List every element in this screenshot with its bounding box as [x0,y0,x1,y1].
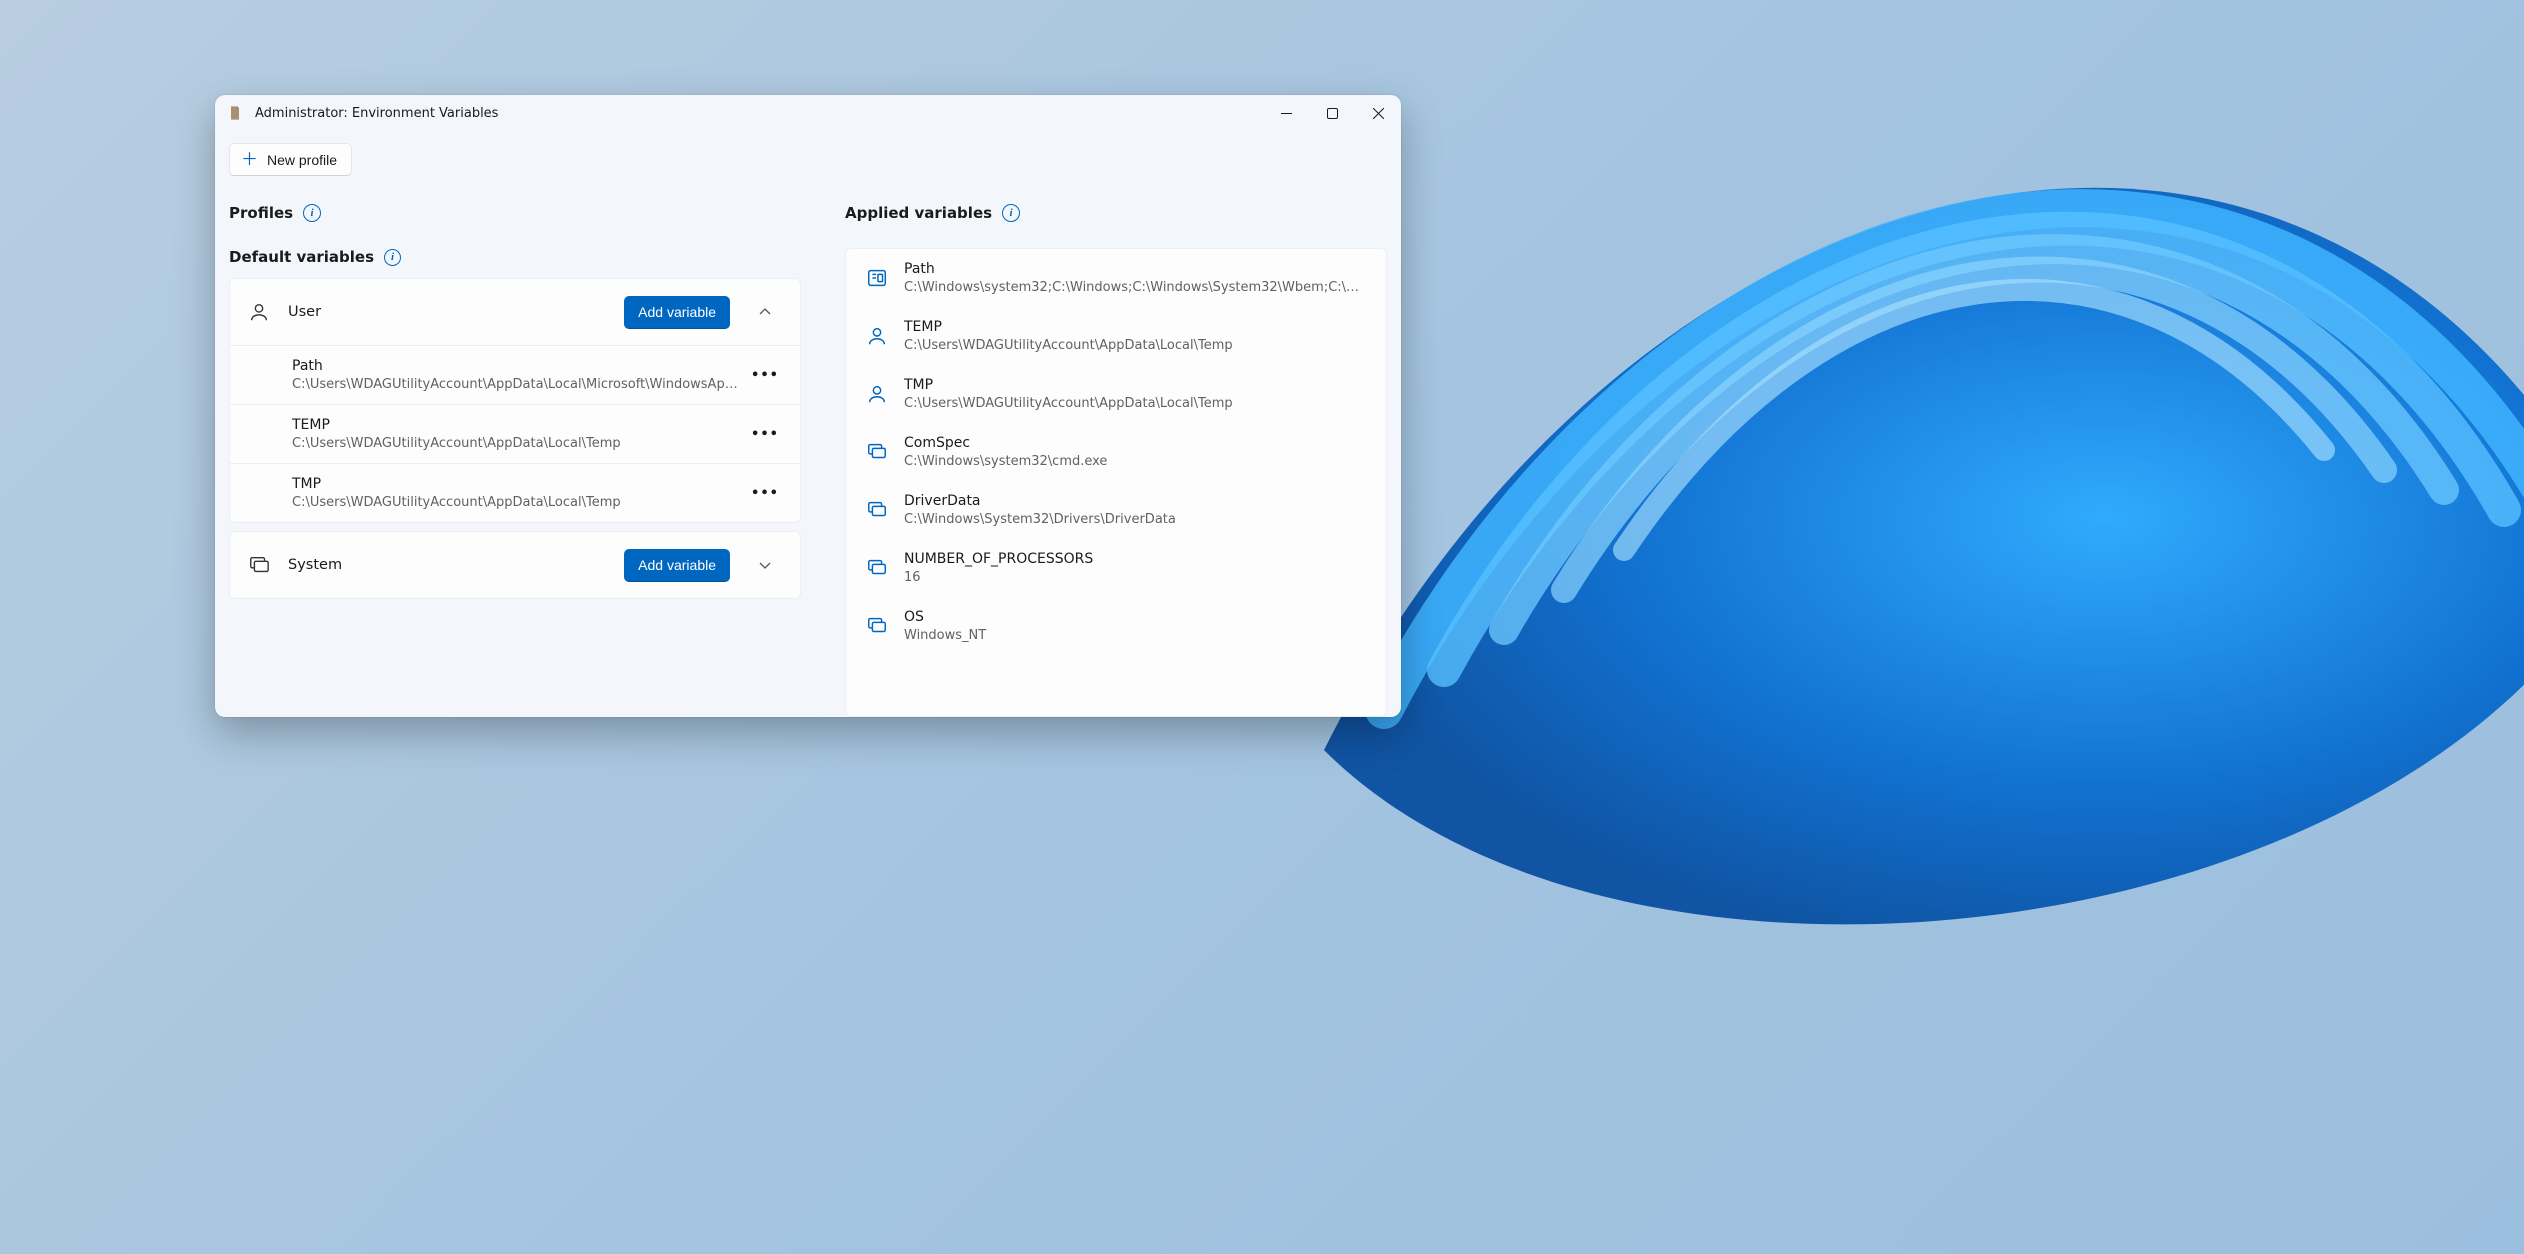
variable-name: TEMP [904,319,1366,335]
applied-variable-row[interactable]: OS Windows_NT [846,597,1386,655]
user-icon [248,301,270,323]
window-controls [1263,95,1401,131]
variable-text: Path C:\Windows\system32;C:\Windows;C:\Wi… [904,261,1366,295]
variable-value: C:\Users\WDAGUtilityAccount\AppData\Loca… [904,396,1366,411]
variable-text: TMP C:\Users\WDAGUtilityAccount\AppData\L… [904,377,1366,411]
variable-row[interactable]: TEMP C:\Users\WDAGUtilityAccount\AppData\… [230,404,800,463]
variable-value: 16 [904,570,1366,585]
applied-variable-row[interactable]: ComSpec C:\Windows\system32\cmd.exe [846,423,1386,481]
user-scope-icon [866,383,888,405]
user-scope-icon [866,325,888,347]
chevron-up-icon[interactable] [748,295,782,329]
applied-variable-row[interactable]: TMP C:\Users\WDAGUtilityAccount\AppData\L… [846,365,1386,423]
variable-name: TMP [904,377,1366,393]
variable-value: Windows_NT [904,628,1366,643]
applied-variable-row[interactable]: TEMP C:\Users\WDAGUtilityAccount\AppData\… [846,307,1386,365]
user-card-header[interactable]: User Add variable [230,279,800,345]
profiles-heading: Profiles i [229,204,801,222]
titlebar[interactable]: Administrator: Environment Variables [215,95,1401,131]
applied-variable-row[interactable]: Path C:\Windows\system32;C:\Windows;C:\Wi… [846,249,1386,307]
environment-variables-window: Administrator: Environment Variables ＋ N… [215,95,1401,717]
info-icon[interactable]: i [1002,204,1020,222]
system-scope-icon [866,441,888,463]
new-profile-button[interactable]: ＋ New profile [229,143,352,176]
new-profile-label: New profile [267,152,337,168]
info-icon[interactable]: i [303,204,321,222]
plus-icon: ＋ [241,151,258,168]
system-variables-card: System Add variable [229,531,801,599]
variable-value: C:\Windows\system32;C:\Windows;C:\Window… [904,280,1366,295]
close-button[interactable] [1355,95,1401,131]
more-options-icon[interactable]: ••• [748,417,782,451]
system-scope-icon [866,615,888,637]
variable-text: TEMP C:\Users\WDAGUtilityAccount\AppData\… [292,417,748,451]
toolbar: ＋ New profile [215,131,1401,176]
variable-text: ComSpec C:\Windows\system32\cmd.exe [904,435,1366,469]
variable-name: Path [292,358,738,374]
variable-text: NUMBER_OF_PROCESSORS 16 [904,551,1366,585]
variable-name: TEMP [292,417,738,433]
variable-text: DriverData C:\Windows\System32\Drivers\Dr… [904,493,1366,527]
window-title: Administrator: Environment Variables [255,106,498,121]
info-icon[interactable]: i [384,249,401,266]
variable-text: TMP C:\Users\WDAGUtilityAccount\AppData\L… [292,476,748,510]
variable-value: C:\Users\WDAGUtilityAccount\AppData\Loca… [292,495,738,510]
system-label: System [288,557,342,573]
variable-row[interactable]: TMP C:\Users\WDAGUtilityAccount\AppData\L… [230,463,800,522]
variable-value: C:\Users\WDAGUtilityAccount\AppData\Loca… [292,436,738,451]
system-scope-icon [866,499,888,521]
app-icon [225,103,245,123]
system-card-header[interactable]: System Add variable [230,532,800,598]
variable-value: C:\Users\WDAGUtilityAccount\AppData\Loca… [904,338,1366,353]
variable-name: NUMBER_OF_PROCESSORS [904,551,1366,567]
applied-variables-column: Applied variables i Path C:\Windows\syste… [823,176,1401,717]
variable-value: C:\Users\WDAGUtilityAccount\AppData\Loca… [292,377,738,392]
user-variables-card: User Add variable Path C:\Users\WDAGUtili… [229,278,801,523]
variable-name: Path [904,261,1366,277]
user-label: User [288,304,321,320]
system-scope-icon [866,557,888,579]
applied-variable-row[interactable]: DriverData C:\Windows\System32\Drivers\Dr… [846,481,1386,539]
add-variable-user-button[interactable]: Add variable [624,296,730,329]
more-options-icon[interactable]: ••• [748,476,782,510]
variable-name: DriverData [904,493,1366,509]
variable-row[interactable]: Path C:\Users\WDAGUtilityAccount\AppData\… [230,345,800,404]
chevron-down-icon[interactable] [748,548,782,582]
system-icon [248,554,270,576]
variable-name: OS [904,609,1366,625]
applied-variable-row[interactable]: NUMBER_OF_PROCESSORS 16 [846,539,1386,597]
applied-variables-list: Path C:\Windows\system32;C:\Windows;C:\Wi… [845,248,1387,717]
variable-text: TEMP C:\Users\WDAGUtilityAccount\AppData\… [904,319,1366,353]
minimize-button[interactable] [1263,95,1309,131]
app-scope-icon [866,267,888,289]
profiles-column: Profiles i Default variables i User [215,176,823,717]
add-variable-system-button[interactable]: Add variable [624,549,730,582]
default-variables-heading: Default variables i [229,248,801,266]
more-options-icon[interactable]: ••• [748,358,782,392]
variable-text: Path C:\Users\WDAGUtilityAccount\AppData\… [292,358,748,392]
variable-name: TMP [292,476,738,492]
applied-variables-heading: Applied variables i [845,204,1387,222]
variable-text: OS Windows_NT [904,609,1366,643]
variable-name: ComSpec [904,435,1366,451]
variable-value: C:\Windows\System32\Drivers\DriverData [904,512,1366,527]
variable-value: C:\Windows\system32\cmd.exe [904,454,1366,469]
maximize-button[interactable] [1309,95,1355,131]
